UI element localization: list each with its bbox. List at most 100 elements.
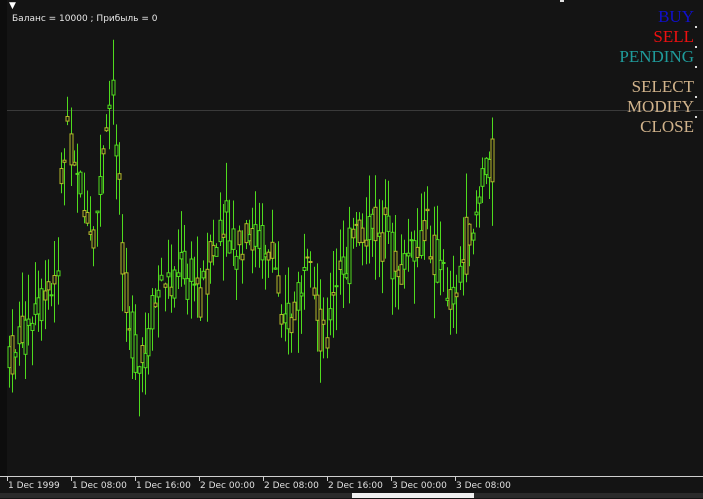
candle-body [402, 253, 407, 270]
buy-button-anchor [695, 26, 697, 28]
candle-body [276, 275, 281, 294]
candle-body [341, 256, 346, 275]
buy-button[interactable]: BUY [658, 8, 694, 26]
candle-body [234, 255, 239, 270]
candle-body [52, 275, 57, 285]
balance-profit-status: Баланс = 10000 ; Прибыль = 0 [12, 14, 158, 24]
time-label-4: 2 Dec 08:00 [264, 481, 319, 491]
tab-segment[interactable] [474, 493, 703, 498]
candle-body [270, 241, 275, 259]
candle-body [334, 285, 339, 288]
select-button[interactable]: SELECT [632, 78, 694, 96]
candle-body [218, 219, 223, 243]
candle-body [237, 230, 242, 246]
candle-body [273, 267, 278, 270]
candle-body [214, 247, 219, 257]
candle-body [146, 328, 151, 357]
candle-body [13, 352, 18, 358]
candle-body [198, 287, 203, 318]
pending-button[interactable]: PENDING [619, 48, 694, 66]
modify-button[interactable]: MODIFY [627, 98, 694, 116]
candle-body [137, 366, 142, 374]
candle-body [62, 159, 67, 163]
candle-body [101, 148, 106, 155]
time-label-0: 1 Dec 1999 [8, 481, 60, 491]
candle-body [328, 308, 333, 321]
candle-body [117, 173, 122, 180]
candle-body [72, 161, 77, 166]
tab-segment[interactable] [0, 493, 352, 498]
tab-segment-active[interactable] [352, 493, 474, 498]
candle-body [91, 229, 96, 249]
candle-body [318, 308, 323, 352]
candle-body [166, 272, 171, 278]
candle-body [292, 301, 297, 321]
modify-button-anchor [695, 116, 697, 118]
candle-body [415, 246, 420, 258]
candle-body [182, 250, 187, 280]
candle-body [422, 220, 427, 242]
candle-body [240, 253, 245, 261]
candle-body [156, 289, 161, 298]
candle-body [227, 240, 232, 254]
chart-menu-arrow-icon[interactable]: ▼ [9, 2, 16, 11]
time-label-1: 1 Dec 08:00 [72, 481, 127, 491]
candle-body [98, 176, 103, 195]
candle-body [189, 258, 194, 282]
candle-body [364, 239, 369, 247]
candle-body [133, 334, 138, 373]
candlestick-chart [7, 39, 495, 417]
candle-body [351, 228, 356, 239]
candle-body [39, 288, 44, 322]
candle-body [85, 212, 90, 224]
candle-body [308, 261, 313, 263]
candle-body [406, 252, 411, 257]
candle-body [360, 227, 365, 243]
candle-body [441, 262, 446, 264]
candle-body [231, 228, 236, 250]
candle-body [253, 224, 258, 247]
candle-body [46, 281, 51, 291]
sell-button[interactable]: SELL [653, 28, 694, 46]
candle-body [69, 133, 74, 166]
time-label-6: 3 Dec 00:00 [392, 481, 447, 491]
candle-body [425, 208, 430, 212]
candle-body [205, 268, 210, 295]
candle-body [185, 278, 190, 300]
candle-body [325, 337, 330, 349]
candle-body [111, 79, 116, 96]
candle-body [163, 283, 168, 288]
candle-body [172, 269, 177, 299]
candle-body [458, 265, 463, 283]
candle-body [59, 168, 64, 185]
candle-body [380, 232, 385, 262]
candle-body [104, 127, 109, 132]
candle-body [312, 287, 317, 296]
sell-button-anchor [695, 46, 697, 48]
candle-body [299, 292, 304, 297]
candle-body [120, 242, 125, 275]
candle-body [49, 294, 54, 297]
candle-body [153, 302, 158, 308]
candle-body [477, 196, 482, 204]
candle-body [65, 116, 70, 122]
candle-body [43, 290, 48, 301]
time-label-2: 1 Dec 16:00 [136, 481, 191, 491]
candle-body [386, 215, 391, 232]
pending-button-anchor [695, 66, 697, 68]
close-button[interactable]: CLOSE [640, 118, 694, 136]
candle-body [224, 200, 229, 213]
select-button-anchor [695, 96, 697, 98]
candle-body [107, 104, 112, 109]
candle-body [78, 171, 83, 195]
candle-body [490, 138, 495, 183]
candle-body [124, 272, 129, 313]
candle-body [201, 270, 206, 279]
candle-body [195, 277, 200, 285]
candle-body [114, 144, 119, 157]
candle-body [266, 251, 271, 261]
candle-body [305, 256, 310, 259]
candle-body [480, 168, 485, 187]
top-marker [560, 0, 564, 2]
candle-body [373, 206, 378, 242]
